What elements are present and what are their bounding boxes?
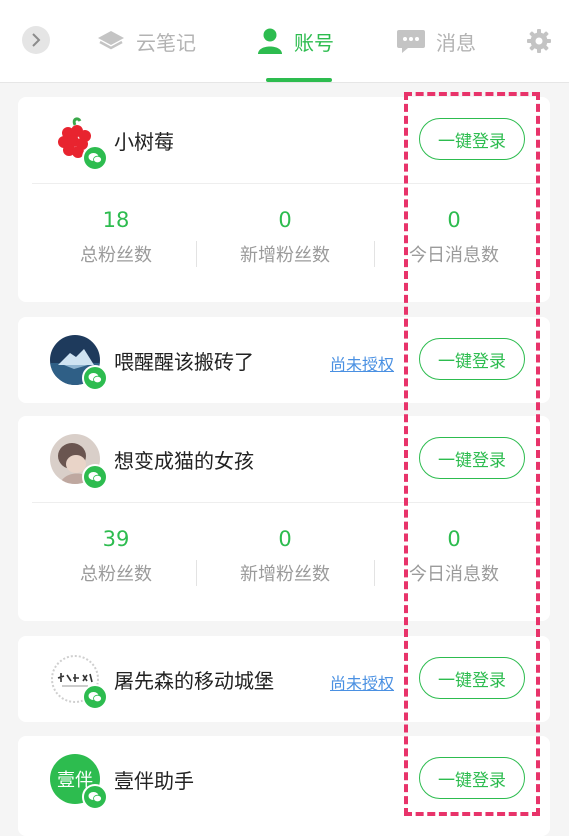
chat-icon: [397, 30, 425, 53]
account-header: 小树莓 一键登录: [18, 97, 550, 183]
account-card: 小树莓 一键登录 18 总粉丝数 0 新增粉丝数 0 今日消息数: [18, 97, 550, 302]
tab-messages[interactable]: 消息: [396, 24, 476, 58]
account-card: 想变成猫的女孩 一键登录 39 总粉丝数 0 新增粉丝数 0 今日消息数: [18, 416, 550, 621]
chevron-right-icon: [32, 33, 41, 47]
stat-new-fans: 0 新增粉丝数: [195, 524, 375, 586]
account-card: 喂醒醒该搬砖了 尚未授权 一键登录: [18, 317, 550, 403]
stat-value: 39: [102, 527, 130, 551]
account-header: 想变成猫的女孩 一键登录: [18, 416, 550, 502]
unauthorized-link[interactable]: 尚未授权: [330, 670, 394, 694]
account-card: 屠先森的移动城堡 尚未授权 一键登录: [18, 636, 550, 722]
account-header: 屠先森的移动城堡 尚未授权 一键登录: [18, 636, 550, 722]
account-name: 屠先森的移动城堡: [114, 669, 274, 693]
account-name: 小树莓: [114, 130, 174, 154]
wechat-icon: [88, 792, 102, 803]
divider: [32, 502, 536, 503]
wechat-icon: [88, 153, 102, 164]
account-name: 想变成猫的女孩: [114, 449, 254, 473]
stat-new-fans: 0 新增粉丝数: [195, 205, 375, 267]
wechat-icon: [88, 692, 102, 703]
wechat-badge: [82, 784, 108, 810]
divider: [32, 183, 536, 184]
account-header: 壹伴 壹伴助手 一键登录: [18, 736, 550, 822]
stat-label: 今日消息数: [409, 245, 499, 266]
stat-label: 总粉丝数: [80, 564, 152, 585]
one-click-login-button[interactable]: 一键登录: [419, 118, 525, 160]
stat-value: 0: [447, 527, 461, 551]
tab-label: 云笔记: [136, 30, 196, 55]
account-name: 喂醒醒该搬砖了: [114, 350, 254, 374]
gear-icon: [527, 29, 551, 53]
user-icon: [258, 28, 282, 54]
stat-label: 今日消息数: [409, 564, 499, 585]
expand-sidebar-button[interactable]: [22, 26, 50, 54]
tab-cloud-notes[interactable]: 云笔记: [96, 24, 196, 58]
wechat-badge: [82, 145, 108, 171]
tab-label: 消息: [436, 30, 476, 55]
stat-value: 0: [278, 208, 292, 232]
one-click-login-button[interactable]: 一键登录: [419, 338, 525, 380]
account-card: 壹伴 壹伴助手 一键登录: [18, 736, 550, 836]
one-click-login-button[interactable]: 一键登录: [419, 757, 525, 799]
unauthorized-link[interactable]: 尚未授权: [330, 351, 394, 375]
stat-total-fans: 18 总粉丝数: [26, 205, 206, 267]
stat-label: 总粉丝数: [80, 245, 152, 266]
settings-button[interactable]: [525, 27, 553, 55]
wechat-badge: [82, 464, 108, 490]
account-header: 喂醒醒该搬砖了 尚未授权 一键登录: [18, 317, 550, 403]
stat-value: 0: [278, 527, 292, 551]
stat-value: 18: [102, 208, 130, 232]
stat-today-messages: 0 今日消息数: [364, 205, 544, 267]
account-name: 壹伴助手: [114, 769, 194, 793]
stat-label: 新增粉丝数: [240, 564, 330, 585]
tab-label: 账号: [294, 30, 334, 55]
wechat-badge: [82, 365, 108, 391]
one-click-login-button[interactable]: 一键登录: [419, 437, 525, 479]
wechat-badge: [82, 684, 108, 710]
wechat-icon: [88, 472, 102, 483]
active-tab-indicator: [266, 78, 332, 82]
layers-icon: [98, 31, 124, 50]
stat-today-messages: 0 今日消息数: [364, 524, 544, 586]
stat-label: 新增粉丝数: [240, 245, 330, 266]
stat-value: 0: [447, 208, 461, 232]
top-nav-bar: 云笔记 账号 消息: [0, 0, 569, 83]
tab-account[interactable]: 账号: [256, 24, 334, 58]
one-click-login-button[interactable]: 一键登录: [419, 657, 525, 699]
wechat-icon: [88, 373, 102, 384]
stat-total-fans: 39 总粉丝数: [26, 524, 206, 586]
